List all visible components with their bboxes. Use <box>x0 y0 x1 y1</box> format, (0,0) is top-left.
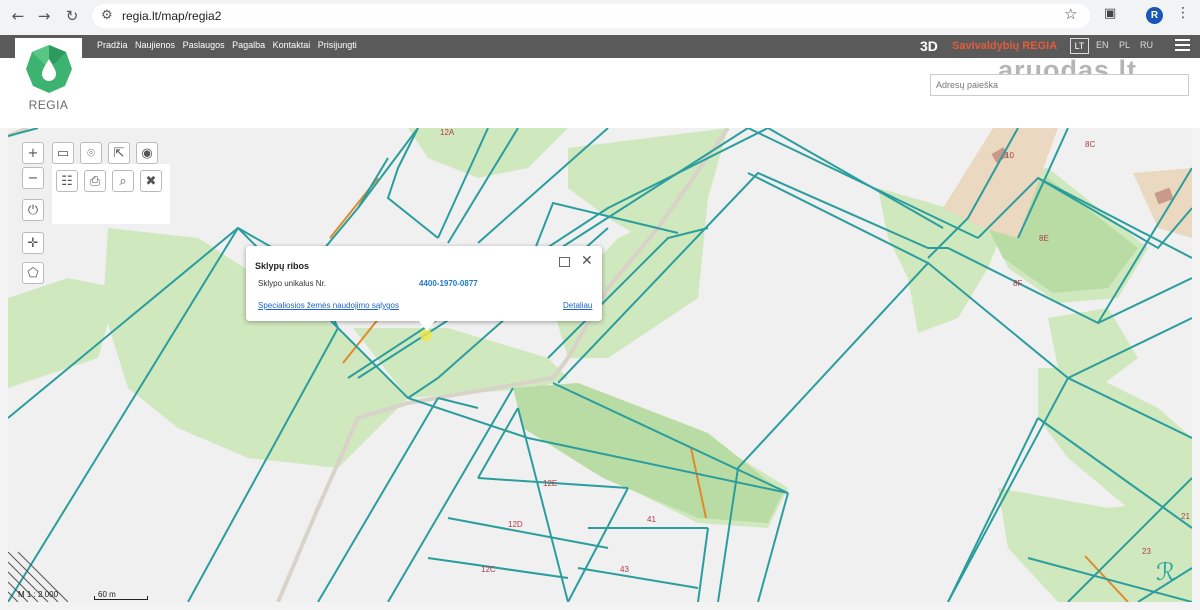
site-nav: Pradžia Naujienos Paslaugos Pagalba Kont… <box>97 40 362 50</box>
plot-label: 21 <box>1181 512 1190 521</box>
plot-label: 12E <box>543 479 558 488</box>
special-conditions-link[interactable]: Specialiosios žemės naudojimo sąlygos <box>258 301 399 310</box>
plot-label: 12A <box>440 128 455 137</box>
target-icon[interactable]: ◉ <box>136 142 158 164</box>
measure-icon[interactable]: ▭ <box>52 142 74 164</box>
scale-distance: 60 m <box>98 590 116 599</box>
hamburger-menu-icon[interactable] <box>1175 39 1190 54</box>
nav-prisijungti[interactable]: Prisijungti <box>318 40 357 50</box>
site-info-icon[interactable]: ⚙ <box>101 8 113 23</box>
plot-id-value: 4400-1970-0877 <box>419 279 478 288</box>
scale-ratio: M 1 : 2 000 <box>18 590 59 599</box>
polygon-icon[interactable]: ⬠ <box>22 262 44 284</box>
lang-pl[interactable]: PL <box>1119 40 1130 50</box>
trash-icon[interactable]: ✖ <box>140 170 162 192</box>
plot-label: 23 <box>1142 547 1151 556</box>
address-search-input[interactable] <box>930 74 1189 96</box>
nav-kontaktai[interactable]: Kontaktai <box>273 40 311 50</box>
plot-label: 12D <box>508 520 523 529</box>
browser-toolbar: ← → ↻ ⚙ regia.lt/map/regia2 ☆ ▣ R ⋮ <box>0 0 1200 32</box>
location-pin-icon[interactable]: ⌾ <box>80 142 102 164</box>
regia-logo-icon[interactable] <box>24 43 74 95</box>
plot-label: 8F <box>1013 279 1023 288</box>
lang-ru[interactable]: RU <box>1140 40 1153 50</box>
nav-naujienos[interactable]: Naujienos <box>135 40 175 50</box>
plot-label: 8C <box>1085 140 1096 149</box>
plot-info-popup: Sklypų ribos ✕ Sklypo unikalus Nr. 4400-… <box>246 246 602 331</box>
back-icon[interactable]: ← <box>8 6 28 26</box>
address-bar[interactable]: ⚙ regia.lt/map/regia2 <box>92 4 1090 28</box>
search-map-icon[interactable]: ⌕ <box>112 170 134 192</box>
nav-pagalba[interactable]: Pagalba <box>232 40 265 50</box>
plot-label: 43 <box>620 565 629 574</box>
nav-pradzia[interactable]: Pradžia <box>97 40 128 50</box>
power-icon[interactable]: ⏻ <box>22 199 44 221</box>
plot-label: 41 <box>647 515 656 524</box>
map-canvas[interactable]: 12A 10 8C 8E 8F 12E 12D 12C 41 43 23 21 … <box>8 128 1192 602</box>
reload-icon[interactable]: ↻ <box>62 6 82 26</box>
logo-text: REGIA <box>28 98 69 112</box>
layers-icon[interactable]: ☷ <box>56 170 78 192</box>
plot-id-label: Sklypo unikalus Nr. <box>258 279 327 288</box>
url-text[interactable]: regia.lt/map/regia2 <box>122 9 221 23</box>
popup-title: Sklypų ribos <box>255 261 310 271</box>
registru-centras-logo-icon: ℛ <box>1156 558 1176 586</box>
zoom-out-button[interactable]: − <box>22 167 44 189</box>
profile-avatar[interactable]: R <box>1146 7 1163 24</box>
bookmark-star-icon[interactable]: ☆ <box>1064 5 1077 23</box>
popup-arrow <box>419 321 435 331</box>
plot-label: 8E <box>1039 234 1049 243</box>
plot-label: 10 <box>1005 151 1014 160</box>
maximize-icon[interactable] <box>559 257 570 267</box>
lang-en[interactable]: EN <box>1096 40 1109 50</box>
3d-button[interactable]: 3D <box>920 38 938 54</box>
forward-icon[interactable]: → <box>34 6 54 26</box>
lang-lt[interactable]: LT <box>1070 38 1089 54</box>
details-link[interactable]: Detaliau <box>563 301 592 310</box>
share-icon[interactable]: ⇱ <box>108 142 130 164</box>
print-icon[interactable]: ⎙ <box>84 170 106 192</box>
brand-title[interactable]: Savivaldybių REGIA <box>952 40 1057 52</box>
map-svg <box>8 128 1192 602</box>
zoom-in-button[interactable]: + <box>22 142 44 164</box>
close-icon[interactable]: ✕ <box>581 253 593 269</box>
plot-label: 12C <box>481 565 496 574</box>
gps-icon[interactable]: ✛ <box>22 232 44 254</box>
extensions-icon[interactable]: ▣ <box>1104 6 1116 21</box>
browser-menu-icon[interactable]: ⋮ <box>1176 5 1190 21</box>
nav-paslaugos[interactable]: Paslaugos <box>183 40 225 50</box>
